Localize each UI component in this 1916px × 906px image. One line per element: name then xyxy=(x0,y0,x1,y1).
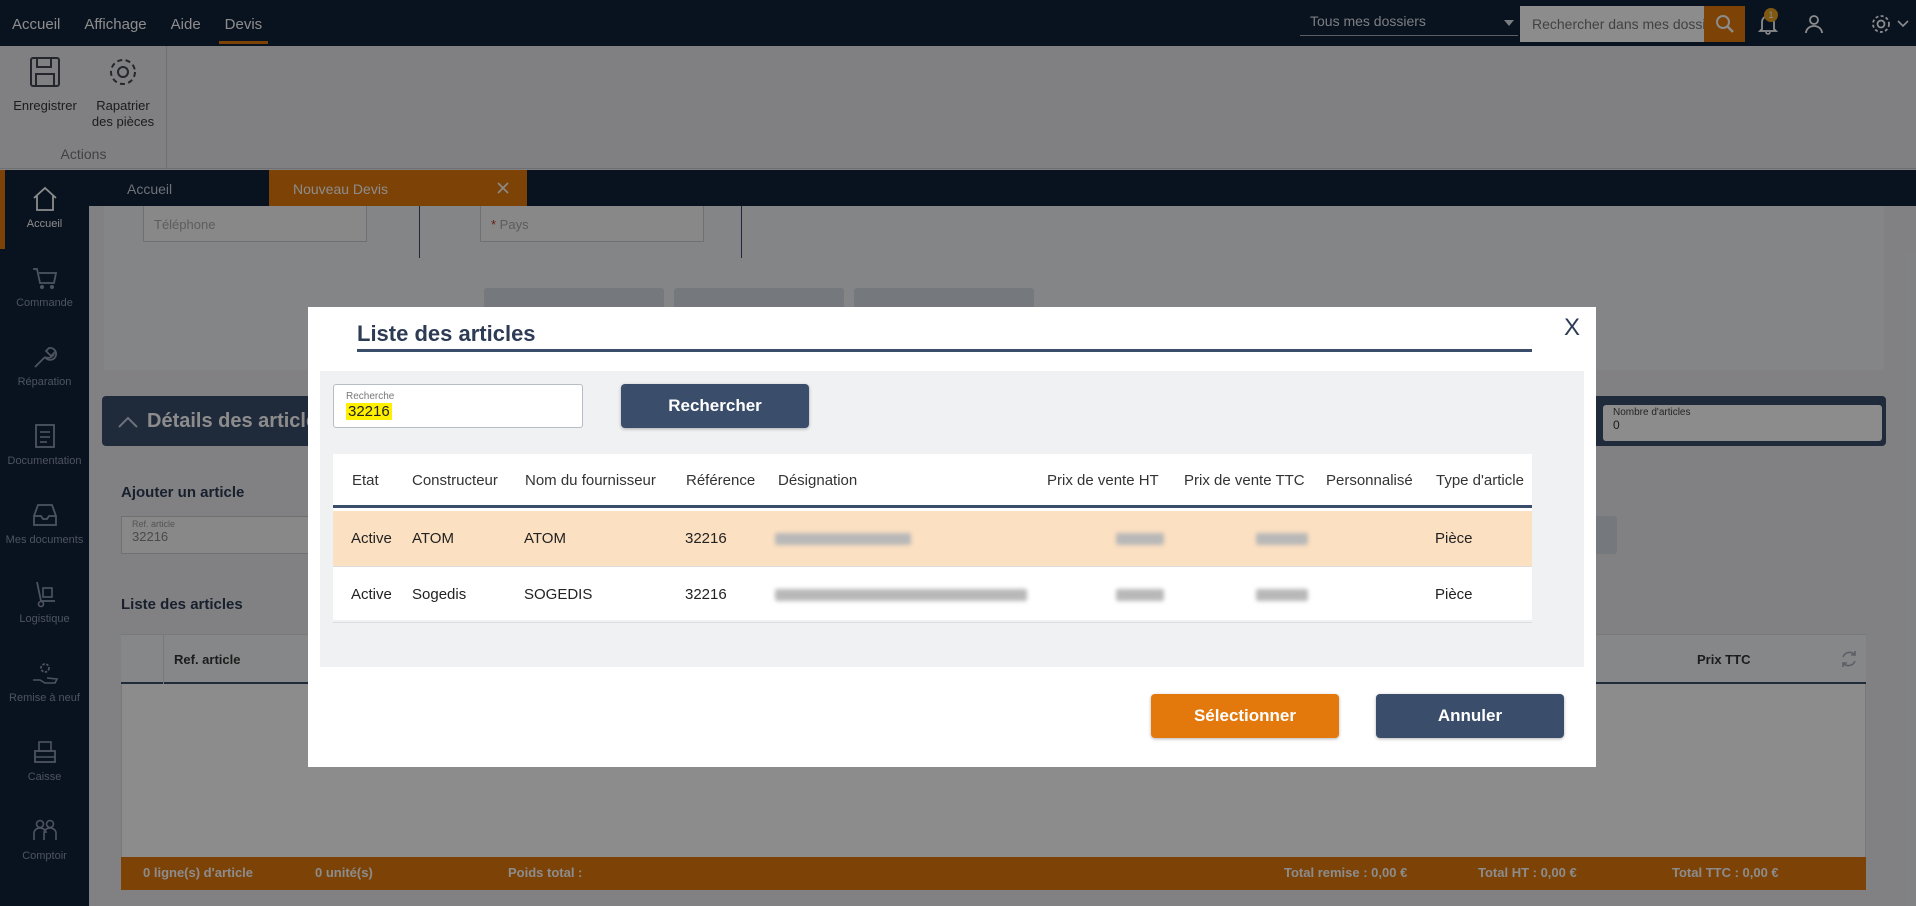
search-field-value: 32216 xyxy=(346,403,392,420)
article-search-input[interactable]: Recherche 32216 xyxy=(333,384,583,428)
dialog-close-button[interactable]: X xyxy=(1564,315,1580,341)
cell-reference: 32216 xyxy=(685,530,727,547)
column-reference[interactable]: Référence xyxy=(686,454,755,508)
cell-prix-ttc-redacted xyxy=(1256,511,1308,567)
results-table-header: Etat Constructeur Nom du fournisseur Réf… xyxy=(333,454,1532,508)
cell-etat: Active xyxy=(351,530,392,547)
article-list-dialog: Liste des articles X Recherche 32216 Rec… xyxy=(308,307,1596,767)
cell-type: Pièce xyxy=(1435,586,1473,603)
cell-constructeur: Sogedis xyxy=(412,586,467,603)
cancel-button[interactable]: Annuler xyxy=(1376,694,1564,738)
table-row[interactable]: Active ATOM ATOM 32216 Pièce xyxy=(333,511,1532,567)
dialog-title: Liste des articles xyxy=(357,321,536,346)
cell-fournisseur: SOGEDIS xyxy=(524,586,593,603)
column-etat[interactable]: Etat xyxy=(352,454,379,508)
column-fournisseur[interactable]: Nom du fournisseur xyxy=(525,454,656,508)
column-prix-ttc[interactable]: Prix de vente TTC xyxy=(1184,454,1305,508)
column-prix-ht[interactable]: Prix de vente HT xyxy=(1047,454,1159,508)
cell-type: Pièce xyxy=(1435,530,1473,547)
title-underline xyxy=(357,349,1532,352)
select-button[interactable]: Sélectionner xyxy=(1151,694,1339,738)
cell-prix-ht-redacted xyxy=(1116,511,1164,567)
search-button[interactable]: Rechercher xyxy=(621,384,809,428)
column-constructeur[interactable]: Constructeur xyxy=(412,454,498,508)
cell-fournisseur: ATOM xyxy=(524,530,566,547)
results-table: Etat Constructeur Nom du fournisseur Réf… xyxy=(333,454,1532,623)
dialog-content: Recherche 32216 Rechercher Etat Construc… xyxy=(320,371,1584,667)
cell-etat: Active xyxy=(351,586,392,603)
cell-prix-ttc-redacted xyxy=(1256,567,1308,623)
cell-prix-ht-redacted xyxy=(1116,567,1164,623)
column-designation[interactable]: Désignation xyxy=(778,454,857,508)
search-field-label: Recherche xyxy=(346,391,395,402)
table-row[interactable]: Active Sogedis SOGEDIS 32216 Pièce xyxy=(333,567,1532,623)
cell-designation-redacted xyxy=(775,567,1027,623)
cell-designation-redacted xyxy=(775,511,911,567)
column-personnalise[interactable]: Personnalisé xyxy=(1326,454,1413,508)
cell-constructeur: ATOM xyxy=(412,530,454,547)
cell-reference: 32216 xyxy=(685,586,727,603)
column-type-article[interactable]: Type d'article xyxy=(1436,454,1524,508)
